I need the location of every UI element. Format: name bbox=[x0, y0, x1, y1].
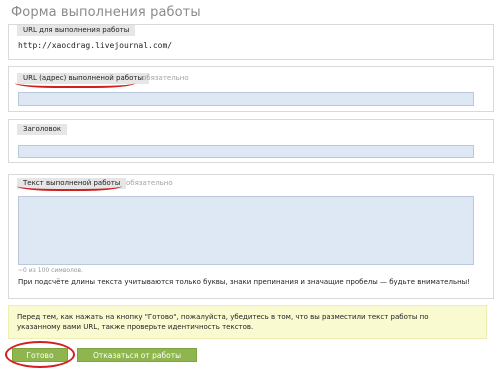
page-title: Форма выполнения работы bbox=[11, 5, 201, 20]
task-url-label: URL для выполнения работы bbox=[17, 25, 136, 36]
notice-box: Перед тем, как нажать на кнопку "Готово"… bbox=[8, 305, 487, 339]
done-url-required-note: обязательно bbox=[142, 74, 189, 82]
heading-label: Заголовок bbox=[17, 124, 68, 135]
notice-line-2: указанному вами URL, также проверьте иде… bbox=[17, 323, 254, 331]
heading-input[interactable] bbox=[18, 145, 474, 158]
text-required-note: обязательно bbox=[126, 179, 173, 187]
red-underline-annotation bbox=[17, 183, 122, 191]
red-underline-annotation bbox=[15, 80, 135, 88]
char-counter: ~0 из 100 символов. bbox=[18, 267, 83, 274]
done-url-input[interactable] bbox=[18, 92, 474, 106]
task-url-value[interactable]: http://xaocdrag.livejournal.com/ bbox=[18, 41, 172, 50]
red-circle-annotation bbox=[5, 341, 75, 368]
text-textarea[interactable] bbox=[18, 196, 474, 265]
length-hint: При подсчёте длины текста учитываются то… bbox=[18, 278, 470, 286]
refuse-button[interactable]: Отказаться от работы bbox=[77, 348, 197, 362]
notice-line-1: Перед тем, как нажать на кнопку "Готово"… bbox=[17, 313, 429, 321]
